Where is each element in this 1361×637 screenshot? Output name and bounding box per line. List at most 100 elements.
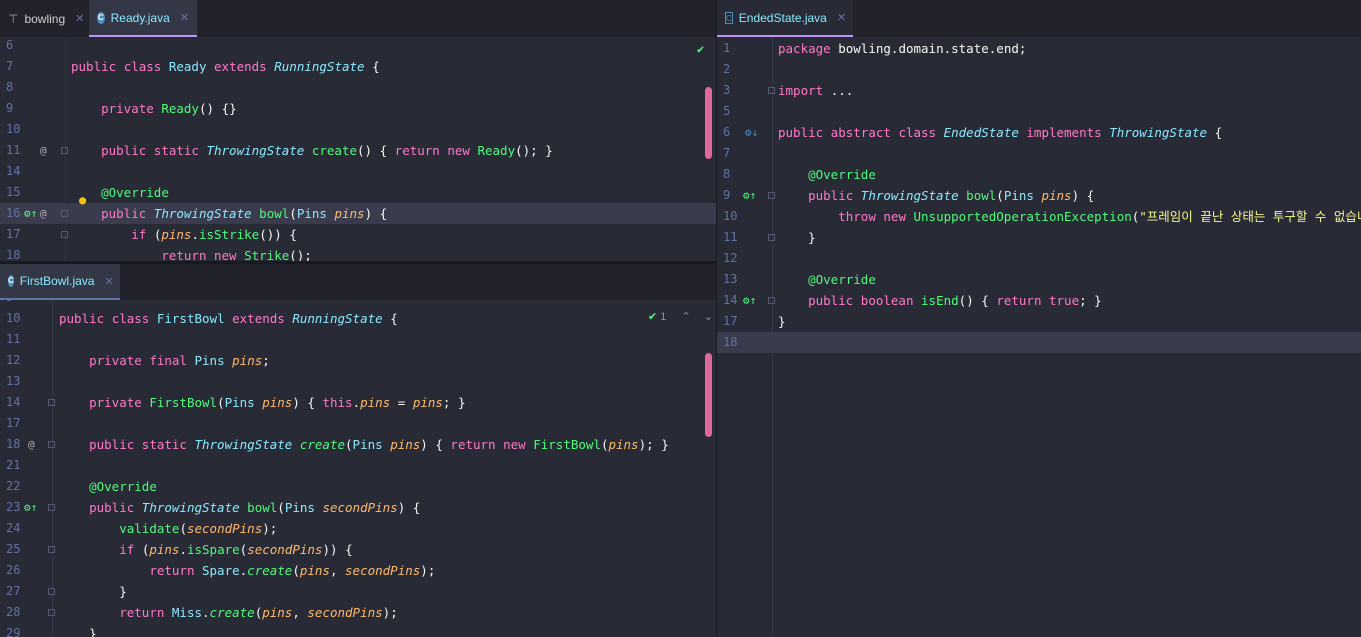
line-number[interactable]: 10 [6, 308, 34, 329]
fold-toggle-icon[interactable] [768, 297, 775, 304]
line-number[interactable]: 18 [6, 245, 34, 261]
line-number[interactable]: 6 [6, 38, 34, 56]
override-marker-icon[interactable]: @ [28, 434, 35, 455]
editor-ready-java[interactable]: 6 7 public class Ready extends RunningStat… [0, 38, 716, 261]
line-number[interactable]: 17 [6, 413, 34, 434]
line-number[interactable]: 12 [6, 350, 34, 371]
fold-toggle-icon[interactable] [61, 147, 68, 154]
line-number[interactable]: 29 [6, 623, 34, 637]
code-line[interactable]: 28 return Miss.create(pins, secondPins); [0, 602, 716, 623]
code-line[interactable]: 17 if (pins.isStrike()) { [0, 224, 716, 245]
fold-toggle-icon[interactable] [48, 504, 55, 511]
implements-marker-icon[interactable]: ⚙↑ [743, 290, 756, 311]
tab-ready-java[interactable]: C Ready.java ✕ [89, 0, 197, 37]
code-line[interactable]: 15 @Override [0, 182, 716, 203]
code-line[interactable]: 14 public boolean isEnd() { return true;… [717, 290, 1361, 311]
line-number[interactable]: 21 [6, 455, 34, 476]
code-line[interactable]: 11 [0, 329, 716, 350]
code-line[interactable]: 23 public ThrowingState bowl(Pins second… [0, 497, 716, 518]
code-line[interactable]: 16 public ThrowingState bowl(Pins pins) … [0, 203, 716, 224]
no-problems-check-icon[interactable]: ✔ [697, 42, 704, 56]
close-icon[interactable]: ✕ [104, 275, 113, 288]
line-number[interactable]: 28 [6, 602, 34, 623]
code-line[interactable]: 12 [717, 248, 1361, 269]
code-line[interactable]: 1 package bowling.domain.state.end; [717, 38, 1361, 59]
line-number[interactable]: 11 [723, 227, 751, 248]
line-number[interactable]: 13 [723, 269, 751, 290]
line-number[interactable]: 14 [6, 392, 34, 413]
line-number[interactable]: 10 [6, 119, 34, 140]
tab-bowling[interactable]: ⊤ bowling ✕ [0, 0, 88, 37]
line-number[interactable]: 7 [723, 143, 751, 164]
line-number[interactable]: 3 [723, 80, 751, 101]
previous-highlight-icon[interactable]: ⌃ [681, 311, 690, 323]
code-line[interactable]: 3 import ... [717, 80, 1361, 101]
implemented-marker-icon[interactable]: ⚙↓ [745, 122, 758, 143]
line-number[interactable]: 11 [6, 140, 34, 161]
fold-toggle-icon[interactable] [48, 399, 55, 406]
line-number[interactable]: 12 [723, 248, 751, 269]
code-line[interactable]: 14 private FirstBowl(Pins pins) { this.p… [0, 392, 716, 413]
fold-toggle-icon[interactable] [48, 441, 55, 448]
fold-toggle-icon[interactable] [768, 234, 775, 241]
line-number[interactable]: 18 [723, 332, 751, 353]
close-icon[interactable]: ✕ [75, 12, 84, 25]
code-line[interactable]: 17 [0, 413, 716, 434]
fold-toggle-icon[interactable] [61, 210, 68, 217]
editor-firstbowl-java[interactable]: 910 public class FirstBowl extends Runnin… [0, 300, 716, 637]
fold-toggle-icon[interactable] [48, 588, 55, 595]
code-line[interactable]: 9 public ThrowingState bowl(Pins pins) {… [717, 185, 1361, 206]
line-number[interactable]: 17 [6, 224, 34, 245]
code-line[interactable]: 14 [0, 161, 716, 182]
code-line[interactable]: 10 public class FirstBowl extends Running… [0, 308, 716, 329]
fold-toggle-icon[interactable] [768, 87, 775, 94]
line-number[interactable]: 25 [6, 539, 34, 560]
line-number[interactable]: 27 [6, 581, 34, 602]
code-line[interactable]: 18 [717, 332, 1361, 353]
code-line[interactable]: 21 [0, 455, 716, 476]
close-icon[interactable]: ✕ [837, 11, 846, 24]
line-number[interactable]: 9 [6, 98, 34, 119]
line-number[interactable]: 10 [723, 206, 751, 227]
code-line[interactable]: 12 private final Pins pins; [0, 350, 716, 371]
line-number[interactable]: 22 [6, 476, 34, 497]
code-line[interactable]: 22 @Override [0, 476, 716, 497]
code-line[interactable]: 13 @Override [717, 269, 1361, 290]
implements-marker-icon[interactable]: ⚙↑ [24, 203, 37, 224]
implements-marker-icon[interactable]: ⚙↑ [743, 185, 756, 206]
scroll-marker[interactable] [705, 87, 712, 159]
fold-toggle-icon[interactable] [48, 546, 55, 553]
line-number[interactable]: 5 [723, 101, 751, 122]
code-line[interactable]: 8 @Override [717, 164, 1361, 185]
editor-endedstate-java[interactable]: 1 package bowling.domain.state.end; 2 3 impo… [717, 38, 1361, 637]
line-number[interactable]: 2 [723, 59, 751, 80]
line-number[interactable]: 15 [6, 182, 34, 203]
line-number[interactable]: 11 [6, 329, 34, 350]
line-number[interactable]: 7 [6, 56, 34, 77]
code-line[interactable]: 13 [0, 371, 716, 392]
line-number[interactable]: 9 [6, 300, 34, 308]
code-line[interactable]: 18 return new Strike(); [0, 245, 716, 261]
line-number[interactable]: 26 [6, 560, 34, 581]
code-line[interactable]: 9 private Ready() {} [0, 98, 716, 119]
code-line[interactable]: 11 } [717, 227, 1361, 248]
code-line[interactable]: 17} [717, 311, 1361, 332]
code-line[interactable]: 24 validate(secondPins); [0, 518, 716, 539]
line-number[interactable]: 24 [6, 518, 34, 539]
line-number[interactable]: 13 [6, 371, 34, 392]
code-line[interactable]: 10 throw new UnsupportedOperationExcepti… [717, 206, 1361, 227]
override-marker-icon[interactable]: @ [40, 140, 47, 161]
code-line[interactable]: 8 [0, 77, 716, 98]
code-line[interactable]: 6 [0, 38, 716, 56]
code-line[interactable]: 11 public static ThrowingState create() … [0, 140, 716, 161]
next-highlight-icon[interactable]: ⌄ [704, 311, 713, 323]
inspection-widget[interactable]: ✔ 1 ⌃ ⌄ [648, 310, 713, 323]
code-line[interactable]: 18 public static ThrowingState create(Pi… [0, 434, 716, 455]
code-line[interactable]: 25 if (pins.isSpare(secondPins)) { [0, 539, 716, 560]
tab-firstbowl-java[interactable]: C FirstBowl.java ✕ [0, 264, 120, 300]
fold-toggle-icon[interactable] [768, 192, 775, 199]
code-line[interactable]: 29 } [0, 623, 716, 637]
line-number[interactable]: 8 [6, 77, 34, 98]
line-number[interactable]: 1 [723, 38, 751, 59]
line-number[interactable]: 14 [6, 161, 34, 182]
